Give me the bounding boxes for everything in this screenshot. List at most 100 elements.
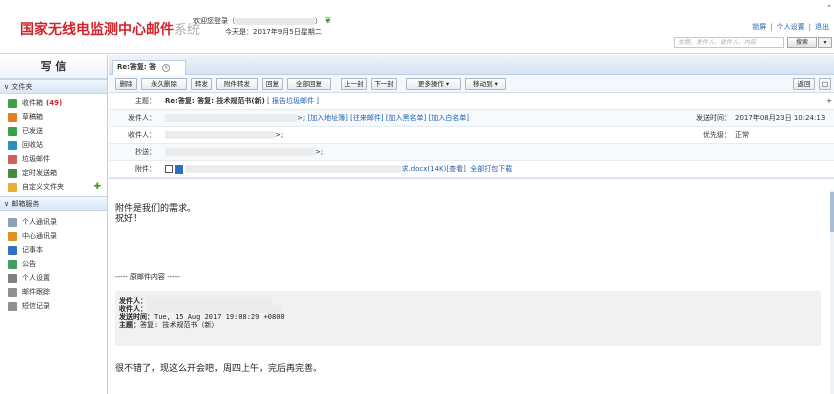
sidebar-item-label: 定时发送箱 [22,169,57,177]
sidebar-item[interactable]: 已发送 [0,124,107,138]
header: 国家无线电监测中心邮件系统 欢迎您登录（） ❦ 今天是：2017年9月5日星期二… [0,0,834,54]
report-spam-link[interactable]: [ 报告垃圾邮件 ] [267,97,319,105]
unread-count: (49) [46,99,63,107]
compose-button[interactable]: 写 信 [0,55,107,79]
folder-icon [8,182,17,192]
services-section-header[interactable]: ∨ 邮箱服务 [0,196,107,211]
app-logo: 国家无线电监测中心邮件系统 [20,22,201,38]
quoted-time: Tue, 15 Aug 2017 19:08:29 +0800 [154,313,285,321]
sidebar-item[interactable]: 公告 [0,257,107,271]
to-row: 收件人： >; 优先级： 正常 [109,127,834,144]
sidebar-item[interactable]: 邮件跟踪 [0,285,107,299]
sidebar-item[interactable]: 个人设置 [0,271,107,285]
sidebar-item[interactable]: 草稿箱 [0,110,107,124]
notice-icon [8,259,17,269]
quoted-subject: 答复: 技术规范书（新） [140,321,219,329]
draft-icon [8,112,17,122]
move-to-button[interactable]: 移动到 ▾ [465,78,506,90]
reply-button[interactable]: 回复 [262,78,283,90]
scrollbar[interactable] [830,190,834,394]
search-button[interactable]: 搜索 [787,37,817,48]
sidebar-item[interactable]: 回收站 [0,138,107,152]
sender-actions[interactable]: [加入地址簿] [往来邮件] [加入黑名单] [加入白名单] [307,114,469,122]
sidebar-item-label: 中心通讯录 [22,232,57,240]
sidebar-item-label: 收件箱 [22,99,43,107]
forward-attachment-button[interactable]: 附件转发 [216,78,258,90]
sidebar-item-label: 个人通讯录 [22,218,57,226]
contacts-icon [8,217,17,227]
folder-list: 收件箱 (49) 草稿箱 已发送 回收站 垃圾邮件 定时发送箱 自定义文件夹 ✚ [0,94,107,196]
mail-toolbar: 返回 □ 删除 永久删除 转发 附件转发 回复 全部回复 上一封 下一封 更多操作 ▾ 移动到 ▾ [109,75,834,93]
body-line: 祝好！ [115,214,143,224]
mail-tab[interactable]: Re:答复: 答 × [112,60,186,75]
sent-time: 2017年08月23日 10:24:13 [735,114,826,122]
recipient-redacted [165,131,275,139]
cc-row: 抄送： >; [109,144,834,161]
body-line: 附件是我们的需求。 [115,204,197,214]
tab-bar: Re:答复: 答 × [109,55,834,75]
top-links: 锁屏 | 个人设置 | 退出 [752,23,829,31]
reply-all-button[interactable]: 全部回复 [287,78,331,90]
username-redacted [235,17,315,25]
previous-button[interactable]: 上一封 [341,78,367,90]
cc-redacted [165,148,315,156]
back-button[interactable]: 返回 [793,78,815,90]
quoted-sender-redacted [147,297,272,305]
date-text: 今天是：2017年9月5日星期二 [225,28,322,36]
sidebar-item[interactable]: 垃圾邮件 [0,152,107,166]
sender-redacted [165,114,297,122]
forward-button[interactable]: 转发 [191,78,212,90]
scrollbar-thumb[interactable] [830,192,834,232]
welcome-text: 欢迎您登录（） ❦ 今天是：2017年9月5日星期二 [193,16,332,36]
next-button[interactable]: 下一封 [371,78,397,90]
sidebar-item[interactable]: 记事本 [0,243,107,257]
lock-screen-link[interactable]: 锁屏 [752,23,766,31]
mail-headers: 主题： Re:答复: 答复: 技术规范书(新) [ 报告垃圾邮件 ] + 发件人… [109,93,834,179]
personal-settings-link[interactable]: 个人设置 [777,23,805,31]
sidebar-item-label: 记事本 [22,246,43,254]
sidebar-item-label: 草稿箱 [22,113,43,121]
sidebar-item-label: 个人设置 [22,274,50,282]
reply-text: 很不错了，现这么开会吧，周四上午，完后再完善。 [115,364,323,374]
message-body: 附件是我们的需求。 祝好！ ----- 原邮件内容 ----- 发件人： 收件人… [109,190,830,394]
logout-link[interactable]: 退出 [815,23,829,31]
doc-icon [175,164,184,174]
leaf-icon: ❦ [324,16,332,26]
subject-row: 主题： Re:答复: 答复: 技术规范书(新) [ 报告垃圾邮件 ] + [109,93,834,110]
sidebar-item[interactable]: 短信记录 [0,299,107,313]
spam-icon [8,154,17,164]
search-dropdown[interactable]: ▾ [818,37,832,48]
quoted-recipient-redacted [147,305,282,313]
settings-icon [8,273,17,283]
attachment-link[interactable]: 求.docx(14K) [401,165,446,173]
folders-section-header[interactable]: ∨ 文件夹 [0,79,107,94]
expand-icon[interactable]: + [826,93,832,110]
timer-icon [8,168,17,178]
from-row: 发件人： >; [加入地址簿] [往来邮件] [加入黑名单] [加入白名单] 发… [109,110,834,127]
search-input[interactable]: 主题、发件人、收件人、内容 [674,37,784,48]
attachment-checkbox[interactable] [165,165,173,173]
more-actions-button[interactable]: 更多操作 ▾ [406,78,461,90]
priority-value: 正常 [735,131,749,139]
sidebar-item[interactable]: 个人通讯录 [0,215,107,229]
track-icon [8,287,17,297]
sidebar-item[interactable]: 中心通讯录 [0,229,107,243]
add-folder-icon[interactable]: ✚ [93,180,101,194]
sidebar-item[interactable]: 自定义文件夹 ✚ [0,180,107,194]
delete-button[interactable]: 删除 [115,78,137,90]
sidebar-item[interactable]: 收件箱 (49) [0,96,107,110]
sms-icon [8,301,17,311]
permanent-delete-button[interactable]: 永久删除 [141,78,187,90]
download-all-link[interactable]: 全部打包下载 [470,165,512,173]
sidebar-item-label: 短信记录 [22,302,50,310]
recycle-icon [8,140,17,150]
org-contacts-icon [8,231,17,241]
collapse-header-icon[interactable]: ⌃ [826,4,832,12]
attachment-view-link[interactable]: [查看] [446,165,465,173]
fullscreen-button[interactable]: □ [819,78,831,90]
sidebar-item[interactable]: 定时发送箱 [0,166,107,180]
close-tab-icon[interactable]: × [162,64,171,72]
quoted-header: 发件人： 收件人： 发送时间：Tue, 15 Aug 2017 19:08:29… [115,291,821,346]
main-panel: Re:答复: 答 × 返回 □ 删除 永久删除 转发 附件转发 回复 全部回复 上一封 下一封更… [109,55,834,394]
subject-text: Re:答复: 答复: 技术规范书(新) [165,97,265,105]
